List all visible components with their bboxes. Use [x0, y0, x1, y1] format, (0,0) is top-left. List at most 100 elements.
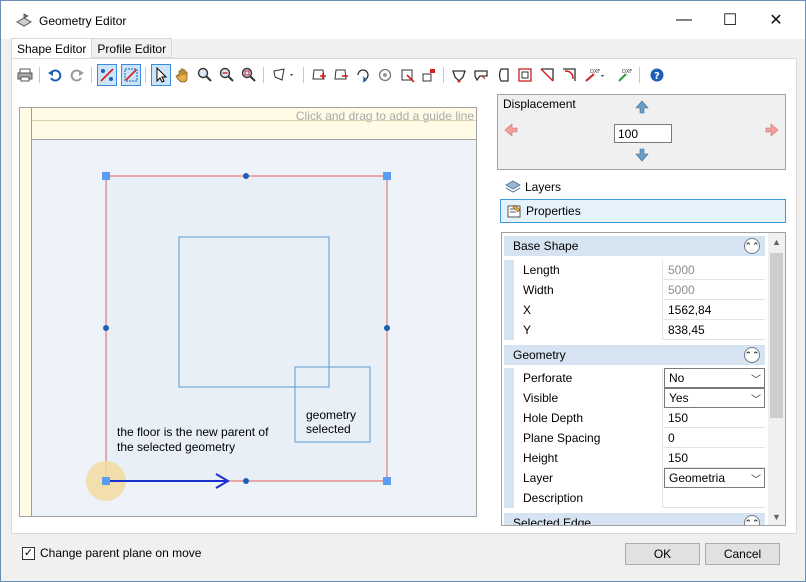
tab-profile-editor[interactable]: Profile Editor [91, 38, 173, 58]
frame-icon[interactable] [515, 64, 535, 86]
toolbar: DXF DXF ? [15, 64, 795, 88]
polygon-icon[interactable] [449, 64, 469, 86]
toolbar-separator [263, 67, 264, 83]
collapse-icon[interactable]: ⌃⌃ [744, 347, 760, 363]
property-row-plane-spacing[interactable]: Plane Spacing 0 [504, 428, 765, 448]
property-scrollbar[interactable]: ▲ ▼ [768, 233, 785, 525]
toolbar-separator [91, 67, 92, 83]
visible-dropdown[interactable]: Yes ﹀ [664, 388, 765, 408]
property-row-visible[interactable]: Visible Yes ﹀ [504, 388, 765, 408]
annotation-parent-line2: the selected geometry [117, 440, 235, 454]
close-button[interactable]: ✕ [753, 5, 799, 35]
property-key: Description [504, 488, 663, 508]
scroll-down-icon[interactable]: ▼ [768, 508, 785, 525]
properties-item[interactable]: Properties [500, 199, 786, 223]
layer-dropdown[interactable]: Geometria ﹀ [664, 468, 765, 488]
drawing-canvas[interactable]: Click and drag to add a guide line the f… [19, 107, 477, 517]
corner-handle[interactable] [102, 477, 110, 485]
remove-point-icon[interactable] [331, 64, 351, 86]
edge-midpoint-handle[interactable] [243, 173, 249, 179]
edge-midpoint-handle[interactable] [243, 478, 249, 484]
chevron-down-icon: ﹀ [751, 375, 761, 386]
category-selected-edge[interactable]: Selected Edge ⌃⌃ [504, 513, 765, 525]
property-row-layer[interactable]: Layer Geometria ﹀ [504, 468, 765, 488]
category-base-shape[interactable]: Base Shape ⌃⌃ [504, 236, 765, 256]
property-row-x[interactable]: X 1562,84 [504, 300, 765, 320]
zoom-icon[interactable] [195, 64, 215, 86]
property-grid: Base Shape ⌃⌃ Length 5000 Width 5000 X 1… [501, 232, 786, 526]
corner-icon[interactable] [559, 64, 579, 86]
move-left-arrow-icon[interactable] [504, 123, 518, 137]
corner-handle[interactable] [383, 477, 391, 485]
print-icon[interactable] [15, 64, 35, 86]
displacement-panel: Displacement [497, 94, 786, 170]
edge-midpoint-handle[interactable] [384, 325, 390, 331]
snap-icon[interactable] [97, 64, 117, 86]
toolbar-separator [145, 67, 146, 83]
displacement-input[interactable] [614, 124, 672, 143]
rotate-icon[interactable] [353, 64, 373, 86]
move-right-arrow-icon[interactable] [765, 123, 779, 137]
cancel-button[interactable]: Cancel [705, 543, 780, 565]
collapse-icon[interactable]: ⌃⌃ [744, 515, 760, 525]
collapse-icon[interactable]: ⌃⌃ [744, 238, 760, 254]
property-row-height[interactable]: Height 150 [504, 448, 765, 468]
property-key: Height [504, 448, 663, 468]
property-value[interactable]: 838,45 [664, 320, 765, 340]
svg-text:DXF: DXF [622, 69, 632, 75]
move-down-arrow-icon[interactable] [635, 148, 649, 162]
help-icon[interactable]: ? [647, 64, 667, 86]
property-value[interactable]: 150 [664, 448, 765, 468]
edge-midpoint-handle[interactable] [103, 325, 109, 331]
property-row-description[interactable]: Description [504, 488, 765, 508]
property-row-length[interactable]: Length 5000 [504, 260, 765, 280]
undo-icon[interactable] [45, 64, 65, 86]
property-key: Visible [504, 388, 663, 408]
zoom-fit-icon[interactable] [239, 64, 259, 86]
move-up-arrow-icon[interactable] [635, 100, 649, 114]
shape-dropdown-icon[interactable] [269, 64, 299, 86]
chevron-down-icon: ﹀ [751, 395, 761, 406]
snap-off-icon[interactable] [121, 64, 141, 86]
ok-button[interactable]: OK [625, 543, 700, 565]
redo-icon[interactable] [67, 64, 87, 86]
property-value[interactable]: 5000 [664, 280, 765, 300]
property-value[interactable]: 150 [664, 408, 765, 428]
edge-icon[interactable] [493, 64, 513, 86]
trim-icon[interactable] [397, 64, 417, 86]
change-parent-checkbox[interactable]: ✓ [22, 546, 35, 560]
property-value[interactable]: 0 [664, 428, 765, 448]
dxf-import-icon[interactable]: DXF [615, 64, 635, 86]
dxf-export-icon[interactable]: DXF [581, 64, 611, 86]
category-geometry[interactable]: Geometry ⌃⌃ [504, 345, 765, 365]
minimize-button[interactable]: — [661, 5, 707, 35]
property-row-y[interactable]: Y 838,45 [504, 320, 765, 340]
tab-shape-editor[interactable]: Shape Editor [11, 38, 93, 59]
zoom-out-icon[interactable] [217, 64, 237, 86]
layers-item[interactable]: Layers [500, 175, 786, 199]
corner-handle[interactable] [102, 172, 110, 180]
property-row-width[interactable]: Width 5000 [504, 280, 765, 300]
property-value[interactable] [664, 488, 765, 508]
pan-hand-icon[interactable] [173, 64, 193, 86]
add-point-icon[interactable] [309, 64, 329, 86]
maximize-button[interactable]: ☐ [707, 5, 753, 35]
property-row-hole-depth[interactable]: Hole Depth 150 [504, 408, 765, 428]
category-title: Base Shape [513, 239, 579, 253]
svg-text:?: ? [654, 71, 660, 82]
property-value[interactable]: 5000 [664, 260, 765, 280]
property-value[interactable]: 1562,84 [664, 300, 765, 320]
dropdown-value: Geometria [669, 471, 726, 485]
perforate-dropdown[interactable]: No ﹀ [664, 368, 765, 388]
property-row-perforate[interactable]: Perforate No ﹀ [504, 368, 765, 388]
corner-handle[interactable] [383, 172, 391, 180]
scroll-up-icon[interactable]: ▲ [768, 233, 785, 250]
change-parent-checkbox-row[interactable]: ✓ Change parent plane on move [22, 546, 201, 560]
select-pointer-icon[interactable] [151, 64, 171, 86]
circle-op-icon[interactable] [375, 64, 395, 86]
scrollbar-thumb[interactable] [770, 253, 783, 418]
property-key: Plane Spacing [504, 428, 663, 448]
align-icon[interactable] [419, 64, 439, 86]
cut-icon[interactable] [471, 64, 491, 86]
diagonal-icon[interactable] [537, 64, 557, 86]
